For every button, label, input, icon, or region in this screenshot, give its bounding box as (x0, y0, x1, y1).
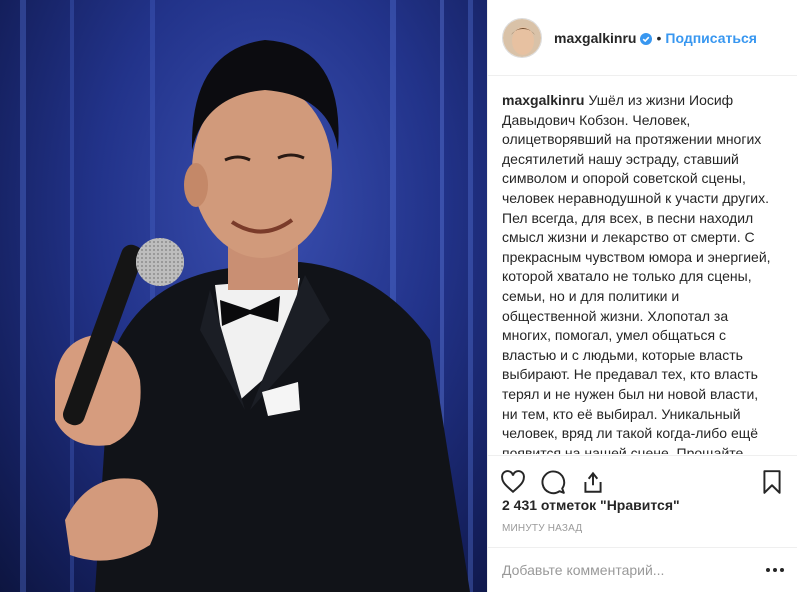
post-actions-bar (488, 455, 797, 499)
post-header: maxgalkinru • Подписаться (488, 0, 797, 76)
comment-icon[interactable] (540, 469, 566, 495)
comment-input[interactable] (502, 562, 765, 578)
more-options-icon[interactable] (765, 560, 785, 580)
avatar[interactable] (502, 17, 542, 58)
header-separator: • (656, 29, 662, 46)
avatar-image (503, 18, 541, 57)
share-icon[interactable] (580, 469, 606, 495)
follow-button[interactable]: Подписаться (665, 30, 757, 46)
caption-username[interactable]: maxgalkinru (502, 92, 584, 108)
caption-text: Ушёл из жизни Иосиф Давыдович Кобзон. Че… (502, 92, 771, 454)
post-side-panel: maxgalkinru • Подписаться maxgalkinru Ушё… (487, 0, 797, 592)
comment-form (488, 547, 797, 592)
bookmark-icon[interactable] (759, 469, 785, 495)
post-photo[interactable] (0, 0, 487, 592)
post-author-username[interactable]: maxgalkinru (554, 30, 636, 46)
heart-icon[interactable] (500, 469, 526, 495)
post-timestamp[interactable]: МИНУТУ НАЗАД (502, 523, 582, 534)
performer-photo-illustration (20, 0, 473, 592)
likes-count[interactable]: 2 431 отметок "Нравится" (502, 497, 680, 513)
verified-badge-icon (640, 32, 653, 45)
post-caption: maxgalkinru Ушёл из жизни Иосиф Давыдович… (488, 77, 797, 454)
